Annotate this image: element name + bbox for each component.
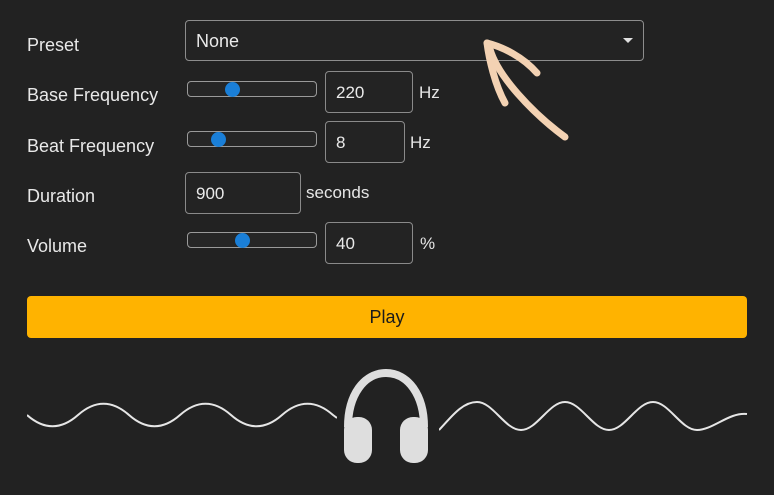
beat-frequency-unit: Hz <box>410 133 431 152</box>
base-frequency-slider-thumb[interactable] <box>225 82 241 97</box>
binaural-beat-generator: Preset None Base Frequency 220 Hz Beat F… <box>0 0 774 495</box>
chevron-down-icon <box>623 38 633 43</box>
wave-decoration-left <box>27 402 337 428</box>
beat-frequency-slider[interactable] <box>187 131 317 147</box>
beat-frequency-slider-thumb[interactable] <box>210 132 226 147</box>
preset-label: Preset <box>27 35 80 55</box>
base-frequency-label: Base Frequency <box>27 85 159 105</box>
duration-input[interactable]: 900 <box>185 172 301 214</box>
duration-unit: seconds <box>306 183 370 202</box>
volume-label: Volume <box>27 236 88 256</box>
play-button[interactable]: Play <box>27 296 747 338</box>
base-frequency-unit: Hz <box>419 83 440 102</box>
base-frequency-slider[interactable] <box>187 81 317 97</box>
beat-frequency-label: Beat Frequency <box>27 136 155 156</box>
volume-slider[interactable] <box>187 232 317 248</box>
volume-input[interactable]: 40 <box>325 222 413 264</box>
preset-selected-value: None <box>196 31 240 51</box>
volume-unit: % <box>420 234 436 253</box>
base-frequency-input[interactable]: 220 <box>325 71 413 113</box>
duration-label: Duration <box>27 186 96 206</box>
beat-frequency-input[interactable]: 8 <box>325 121 405 163</box>
annotation-arrow <box>483 39 569 141</box>
wave-decoration-right <box>439 400 748 432</box>
volume-slider-thumb[interactable] <box>235 233 251 248</box>
headphones-icon <box>344 368 428 463</box>
